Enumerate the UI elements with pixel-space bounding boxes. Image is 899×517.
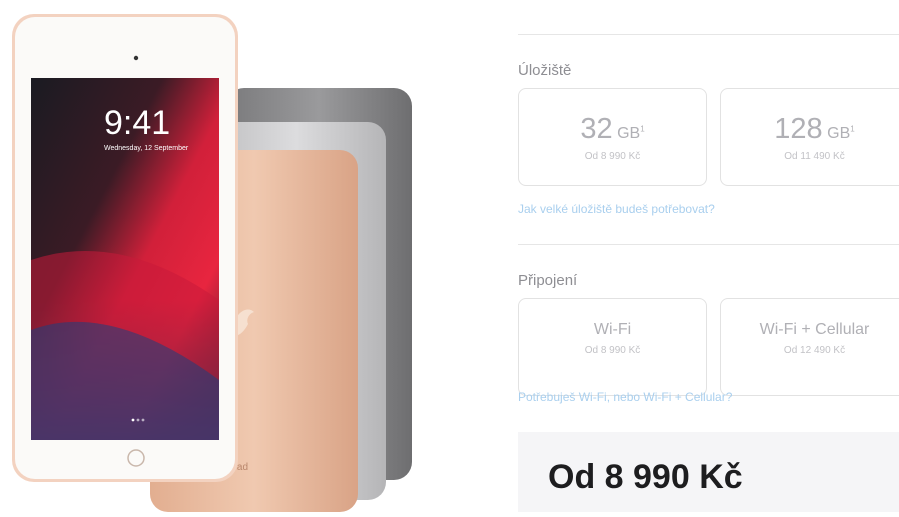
storage-section-title: Úložiště [518, 62, 572, 79]
camera-icon [133, 55, 139, 61]
storage-option-price: Od 8 990 Kč [584, 151, 641, 162]
divider-top [518, 34, 899, 35]
product-hero-image: iPad 9:41 Wednesday, 12 September [0, 0, 470, 512]
connectivity-help-link[interactable]: Potřebuješ Wi-Fi, nebo Wi-Fi + Cellular? [518, 390, 732, 404]
summary-price: Od 8 990 Kč [548, 458, 743, 496]
lock-screen-date: Wednesday, 12 September [104, 145, 189, 152]
storage-option-capacity: 32 GB1 [580, 113, 645, 145]
storage-help-link[interactable]: Jak velké úložiště budeš potřebovat? [518, 202, 715, 216]
ipad-illustration: iPad 9:41 Wednesday, 12 September [12, 14, 412, 512]
divider-middle [518, 244, 899, 245]
connectivity-option-label: Wi-Fi [593, 321, 632, 338]
storage-option-capacity: 128 GB1 [774, 113, 855, 145]
storage-option-32gb[interactable]: 32 GB1 Od 8 990 Kč [518, 88, 707, 186]
storage-option-price: Od 11 490 Kč [784, 151, 845, 162]
connectivity-option-wifi[interactable]: Wi-Fi Od 8 990 Kč [518, 298, 707, 396]
connectivity-option-wifi-cellular[interactable]: Wi-Fi + Cellular Od 12 490 Kč [720, 298, 899, 396]
price-summary: Od 8 990 Kč [518, 432, 899, 512]
lock-screen-time: 9:41 [104, 104, 170, 142]
connectivity-option-price: Od 8 990 Kč [584, 345, 641, 356]
ipad-front: 9:41 Wednesday, 12 September [12, 14, 238, 482]
connectivity-section-title: Připojení [518, 272, 578, 289]
storage-option-128gb[interactable]: 128 GB1 Od 11 490 Kč [720, 88, 899, 186]
connectivity-option-label: Wi-Fi + Cellular [759, 321, 870, 338]
connectivity-option-price: Od 12 490 Kč [783, 345, 846, 356]
